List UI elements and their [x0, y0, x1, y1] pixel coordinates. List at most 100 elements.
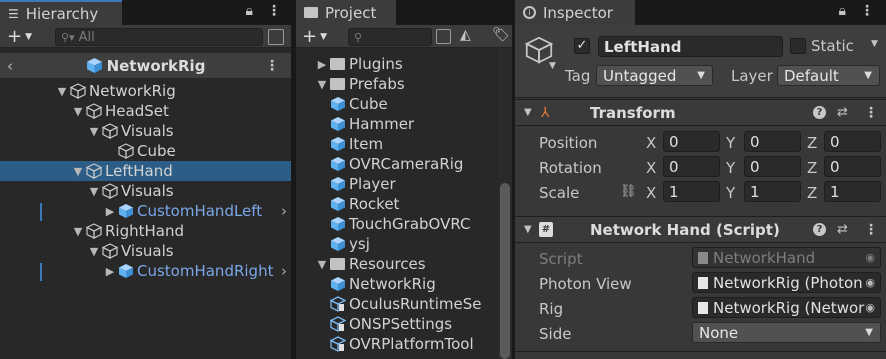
project-item[interactable]: Player [296, 174, 498, 194]
position-x-field[interactable]: 0 [663, 131, 720, 152]
expand-arrow-icon[interactable]: ▼ [70, 165, 86, 178]
hierarchy-item[interactable]: ▶ CustomHandRight › [0, 261, 291, 281]
project-item[interactable]: Cube [296, 94, 498, 114]
project-item[interactable]: ONSPSettings [296, 314, 498, 334]
position-x-label[interactable]: X [646, 134, 656, 152]
enabled-checkbox[interactable]: # [539, 222, 553, 237]
object-picker-icon[interactable]: ◉ [865, 276, 875, 289]
object-picker-icon[interactable]: ◉ [865, 301, 875, 314]
photon-view-field[interactable]: NetworkRig (Photon ◉ [692, 272, 881, 293]
back-chevron-icon[interactable]: ‹ [7, 57, 13, 75]
hierarchy-item[interactable]: ▼ HeadSet [0, 101, 291, 121]
transform-header[interactable]: ▼ ⅄ Transform ? ⇄ ⋮ [515, 99, 886, 126]
label-tag-icon[interactable]: 🏷︎ [492, 27, 510, 43]
foldout-arrow-icon[interactable]: ▼ [524, 107, 532, 118]
project-item[interactable]: OVRPlatformTool [296, 334, 498, 354]
hierarchy-item[interactable]: ▼ RightHand [0, 221, 291, 241]
help-icon[interactable]: ? [813, 106, 826, 119]
project-item[interactable]: NetworkRig [296, 274, 498, 294]
expand-arrow-icon[interactable]: ▼ [70, 105, 86, 118]
chevron-right-icon[interactable]: › [281, 262, 287, 280]
component-menu-icon[interactable]: ⋮ [864, 222, 878, 238]
help-icon[interactable]: ? [813, 223, 826, 236]
panel-divider[interactable] [291, 0, 296, 359]
hierarchy-item[interactable]: ▼ LeftHand [0, 161, 291, 181]
project-item[interactable]: ▼ Resources [296, 254, 498, 274]
project-item[interactable]: OculusRuntimeSe [296, 294, 498, 314]
expand-arrow-icon[interactable]: ▼ [70, 225, 86, 238]
rotation-y-field[interactable]: 0 [744, 156, 801, 177]
lock-icon[interactable]: 🔒︎ [246, 3, 253, 19]
scale-x-label[interactable]: X [646, 184, 656, 202]
lock-icon[interactable]: 🔒︎ [839, 3, 846, 19]
rotation-z-field[interactable]: 0 [824, 156, 881, 177]
scene-menu-icon[interactable]: ⋮ [265, 58, 279, 74]
expand-arrow-icon[interactable]: ▼ [54, 85, 70, 98]
position-y-field[interactable]: 0 [744, 131, 801, 152]
kebab-menu-icon[interactable]: ⋮ [860, 3, 874, 19]
tab-inspector[interactable]: i Inspector [515, 0, 635, 25]
hierarchy-item[interactable]: ▼ Visuals [0, 121, 291, 141]
tab-hierarchy[interactable]: ☰ Hierarchy [0, 0, 122, 25]
rotation-x-field[interactable]: 0 [663, 156, 720, 177]
search-options-icon[interactable] [268, 29, 284, 45]
expand-arrow-icon[interactable]: ▼ [86, 245, 102, 258]
project-item[interactable]: TouchGrabOVRC [296, 214, 498, 234]
tag-dropdown[interactable]: Untagged ▼ [596, 65, 713, 86]
static-checkbox[interactable] [790, 38, 806, 54]
active-checkbox[interactable]: ✓ [574, 38, 590, 54]
collapsed-arrow-icon[interactable]: ▶ [102, 265, 118, 278]
position-z-field[interactable]: 0 [824, 131, 881, 152]
presets-icon[interactable]: ⇄ [837, 222, 848, 237]
hierarchy-item[interactable]: ▼ Visuals [0, 241, 291, 261]
chevron-right-icon[interactable]: › [281, 202, 287, 220]
hierarchy-item[interactable]: ▶ CustomHandLeft › [0, 201, 291, 221]
foldout-arrow-icon[interactable]: ▼ [524, 224, 532, 235]
project-create-button[interactable]: + ▼ [302, 26, 327, 47]
project-item[interactable]: ▼ Prefabs [296, 74, 498, 94]
expand-arrow-icon[interactable]: ▼ [86, 185, 102, 198]
project-item[interactable]: Item [296, 134, 498, 154]
constrain-proportions-icon[interactable]: ⛓︎ [620, 184, 637, 199]
expand-arrow-icon[interactable]: ▼ [314, 258, 330, 271]
position-y-label[interactable]: Y [726, 134, 735, 152]
layer-dropdown[interactable]: Default ▼ [777, 65, 880, 86]
object-name-input[interactable]: LeftHand [598, 36, 783, 57]
component-menu-icon[interactable]: ⋮ [864, 105, 878, 121]
project-item[interactable]: Hammer [296, 114, 498, 134]
scale-z-label[interactable]: Z [807, 184, 817, 202]
collapsed-arrow-icon[interactable]: ▶ [314, 58, 330, 71]
project-item[interactable]: Rocket [296, 194, 498, 214]
kebab-menu-icon[interactable]: ⋮ [267, 3, 281, 19]
hierarchy-item[interactable]: Cube [0, 141, 291, 161]
search-type-icon[interactable] [436, 29, 451, 44]
project-search-input[interactable]: ⚲ [348, 28, 432, 46]
hierarchy-item[interactable]: ▼ Visuals [0, 181, 291, 201]
rig-field[interactable]: NetworkRig (Networ ◉ [692, 297, 881, 318]
network-hand-header[interactable]: ▼ # Network Hand (Script) ? ⇄ ⋮ [515, 216, 886, 243]
collapsed-arrow-icon[interactable]: ▶ [102, 205, 118, 218]
project-item[interactable]: ysj [296, 234, 498, 254]
rotation-z-label[interactable]: Z [807, 159, 817, 177]
expand-arrow-icon[interactable]: ▼ [86, 125, 102, 138]
scale-y-field[interactable]: 1 [744, 181, 801, 202]
project-item[interactable]: OVRCameraRig [296, 154, 498, 174]
create-button[interactable]: + ▼ [7, 26, 32, 47]
panel-divider[interactable] [512, 0, 515, 359]
scale-y-label[interactable]: Y [726, 184, 735, 202]
side-dropdown[interactable]: None ▼ [692, 322, 881, 343]
position-z-label[interactable]: Z [807, 134, 817, 152]
scale-x-field[interactable]: 1 [663, 181, 720, 202]
rotation-y-label[interactable]: Y [726, 159, 735, 177]
static-dropdown-icon[interactable]: ▼ [871, 39, 878, 49]
scale-z-field[interactable]: 1 [824, 181, 881, 202]
project-item[interactable]: ▶ Plugins [296, 54, 498, 74]
presets-icon[interactable]: ⇄ [837, 105, 848, 120]
project-scrollbar[interactable] [498, 48, 512, 359]
tab-project[interactable]: Project [296, 0, 396, 25]
icon-dropdown-icon[interactable]: ▼ [549, 61, 556, 71]
filter-type-icon[interactable]: ◭ [460, 27, 471, 43]
expand-arrow-icon[interactable]: ▼ [314, 78, 330, 91]
rotation-x-label[interactable]: X [646, 159, 656, 177]
hierarchy-search-input[interactable]: ⚲▾ All [55, 28, 263, 46]
